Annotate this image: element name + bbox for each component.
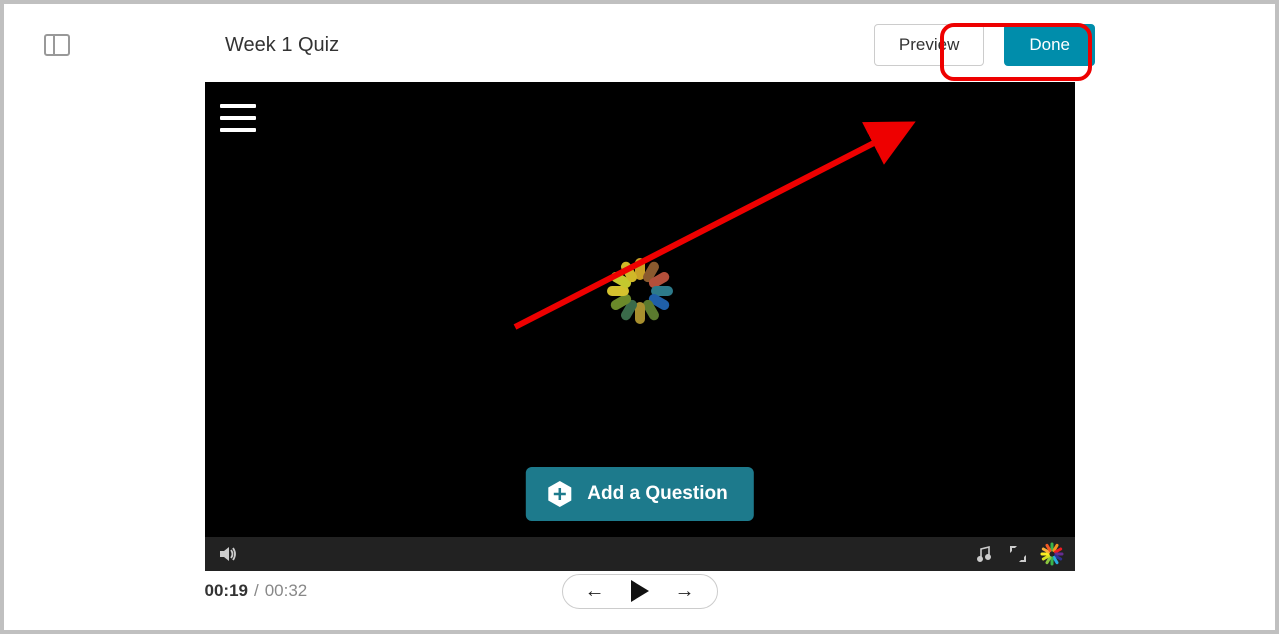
add-question-label: Add a Question <box>587 483 727 505</box>
time-total: 00:32 <box>265 581 308 600</box>
preview-button[interactable]: Preview <box>874 24 984 66</box>
kaltura-logo-icon[interactable] <box>1041 543 1063 565</box>
done-button[interactable]: Done <box>1004 24 1095 66</box>
page-title: Week 1 Quiz <box>225 34 854 57</box>
top-bar: Week 1 Quiz Preview Done <box>4 4 1275 76</box>
play-icon[interactable] <box>631 580 649 602</box>
prev-arrow-icon[interactable]: ← <box>585 580 605 603</box>
panel-toggle-icon[interactable] <box>44 34 70 56</box>
video-container: Add a Question <box>205 82 1075 601</box>
music-note-icon[interactable] <box>973 543 995 565</box>
video-controls-bar <box>205 537 1075 571</box>
fullscreen-icon[interactable] <box>1007 543 1029 565</box>
plus-hexagon-icon <box>545 480 573 508</box>
time-separator: / <box>254 581 259 600</box>
video-player[interactable]: Add a Question <box>205 82 1075 537</box>
time-current: 00:19 <box>205 581 248 600</box>
playback-nav-pill: ← → <box>562 574 718 609</box>
add-question-button[interactable]: Add a Question <box>525 467 753 521</box>
bottom-controls: 00:19 / 00:32 ← → <box>205 571 1075 601</box>
loading-spinner-icon <box>604 255 676 327</box>
arrow-annotation <box>505 112 935 342</box>
next-arrow-icon[interactable]: → <box>675 580 695 603</box>
hamburger-menu-icon[interactable] <box>220 104 256 132</box>
time-display: 00:19 / 00:32 <box>205 581 308 601</box>
volume-icon[interactable] <box>217 543 239 565</box>
app-frame: Week 1 Quiz Preview Done <box>4 4 1275 630</box>
